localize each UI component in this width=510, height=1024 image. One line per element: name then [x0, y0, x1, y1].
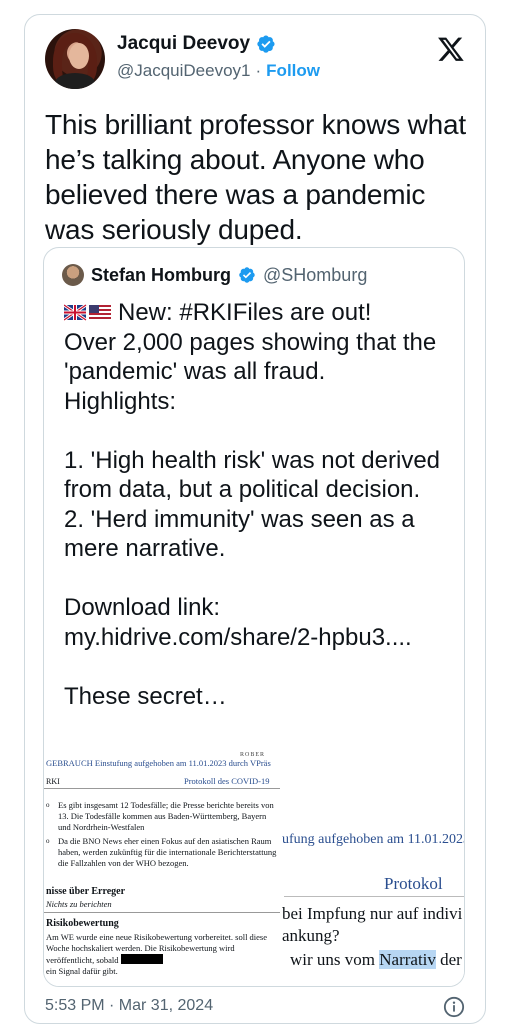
doc-zoom-line-5: wir uns vom Narrativ der	[290, 950, 462, 969]
info-icon[interactable]	[443, 996, 465, 1018]
tweet-card: Jacqui Deevoy @JacquiDeevoy1 · Follow Th…	[24, 14, 486, 1024]
doc-section-1: nisse über Erreger	[46, 886, 126, 897]
follow-button[interactable]: Follow	[266, 61, 320, 81]
tweet-header: Jacqui Deevoy @JacquiDeevoy1 · Follow	[45, 29, 465, 93]
doc-bullet-icon: o	[46, 837, 50, 845]
quoted-body: New: #RKIFiles are out! Over 2,000 pages…	[64, 298, 459, 711]
quoted-author-handle[interactable]: @SHomburg	[263, 265, 367, 286]
redaction-bar	[120, 954, 163, 964]
verified-badge-icon	[257, 35, 275, 53]
separator-dot: ·	[255, 61, 262, 80]
doc-bullet-icon: o	[46, 801, 50, 809]
doc-section-1-sub: Nichts zu berichten	[46, 899, 112, 909]
author-handle[interactable]: @JacquiDeevoy1	[117, 61, 251, 81]
doc-zoom-line-2: Protokol	[384, 874, 443, 893]
author-handle-row: @JacquiDeevoy1 · Follow	[117, 61, 320, 81]
doc-header-line: GEBRAUCH Einstufung aufgehoben am 11.01.…	[46, 758, 271, 768]
doc-rki: RKI	[46, 777, 60, 786]
doc-zoom-line-4: ankung?	[282, 926, 340, 945]
doc-section-2-body: Am WE wurde eine neue Risikobewertung vo…	[46, 932, 268, 976]
tweet-timestamp[interactable]: 5:53 PM · Mar 31, 2024	[45, 997, 213, 1014]
doc-bullet-2: Da die BNO News eher einen Fokus auf den…	[58, 836, 277, 868]
document-page-right: ufung aufgehoben am 11.01.2023 d Protoko…	[282, 744, 465, 986]
author-name[interactable]: Jacqui Deevoy	[117, 33, 250, 55]
quoted-tweet[interactable]: Stefan Homburg @SHomburg New: #RKIFiles …	[43, 247, 465, 987]
doc-zoom-line-1: ufung aufgehoben am 11.01.2023 d	[282, 832, 465, 847]
quoted-author-name[interactable]: Stefan Homburg	[91, 265, 231, 286]
document-page-left: ROBER GEBRAUCH Einstufung aufgehoben am …	[44, 744, 280, 986]
quoted-author-avatar[interactable]	[62, 264, 84, 286]
doc-protokoll: Protokoll des COVID-19	[184, 776, 270, 786]
uk-us-flags-icon	[64, 304, 111, 322]
quoted-text: New: #RKIFiles are out! Over 2,000 pages…	[64, 299, 441, 710]
doc-bullet-1: Es gibt insgesamt 12 Todesfälle; die Pre…	[58, 800, 274, 832]
doc-section-2: Risikobewertung	[46, 918, 119, 929]
author-avatar[interactable]	[45, 29, 105, 89]
highlighted-word: Narrativ	[379, 950, 436, 969]
author-name-row: Jacqui Deevoy	[117, 33, 276, 55]
tweet-text: This brilliant professor knows what he’s…	[45, 109, 466, 245]
document-image[interactable]: ROBER GEBRAUCH Einstufung aufgehoben am …	[44, 744, 465, 986]
quoted-header: Stefan Homburg @SHomburg	[62, 264, 367, 286]
tweet-footer: 5:53 PM · Mar 31, 2024	[45, 996, 465, 1021]
quoted-verified-badge-icon	[239, 267, 255, 283]
x-logo-icon[interactable]	[437, 35, 465, 63]
doc-zoom-line-3: bei Impfung nur auf indivi	[282, 904, 463, 923]
